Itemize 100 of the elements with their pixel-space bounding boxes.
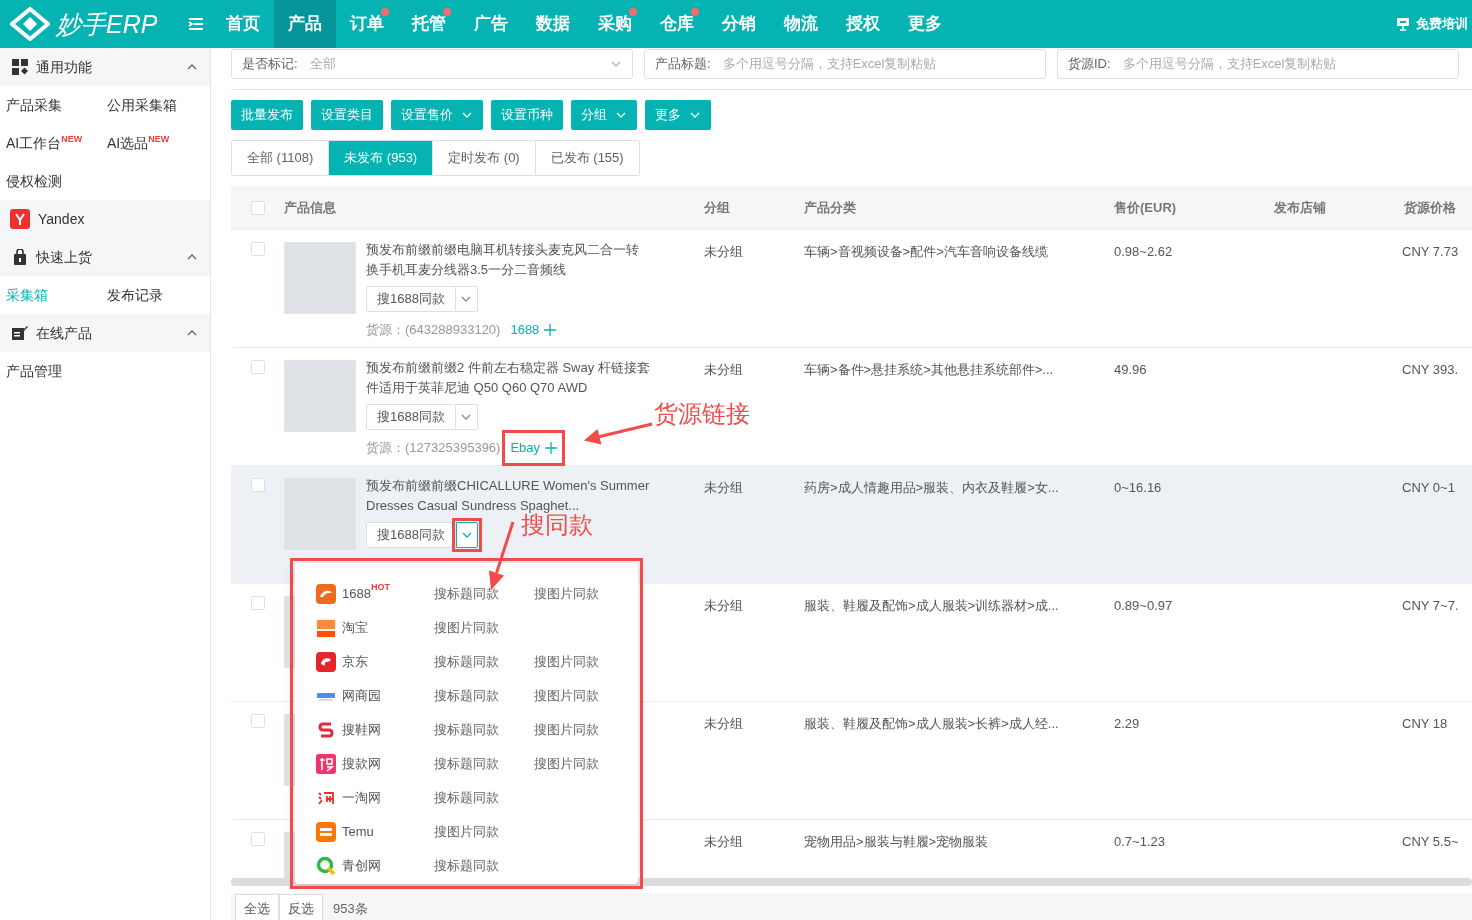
checkbox[interactable]	[251, 478, 265, 492]
grid-icon	[12, 59, 28, 75]
column-header: 分组	[704, 199, 730, 215]
checkbox[interactable]	[251, 200, 265, 215]
logo-icon	[10, 7, 50, 41]
table-cell-text: CNY 7.73	[1402, 243, 1460, 261]
dropdown-toggle[interactable]	[455, 522, 478, 548]
table-cell-text: 车辆>备件>悬挂系统>其他悬挂系统部件>...	[804, 361, 1055, 379]
menu-icon[interactable]	[187, 16, 205, 32]
platform-name: 网商园	[342, 687, 381, 706]
search-button[interactable]: 搜1688同款	[366, 522, 456, 548]
table-cell-text: CNY 7~7.	[1402, 597, 1460, 615]
search-link[interactable]: 搜标题同款	[434, 584, 534, 604]
table-cell-text: 未分组	[704, 833, 744, 851]
table-cell-text: CNY 393.	[1402, 361, 1460, 379]
platform-name: 1688	[342, 586, 371, 604]
filter-field[interactable]: 货源ID: 多个用逗号分隔，支持Excel复制粘贴	[1057, 49, 1459, 79]
section-header[interactable]: 快速上货	[0, 238, 210, 276]
edit-icon	[12, 325, 28, 341]
new-label: NEW	[61, 133, 83, 146]
platform-name: Temu	[342, 823, 374, 842]
platform-logo-icon	[316, 822, 336, 842]
search-link[interactable]: 搜标题同款	[434, 686, 534, 706]
search-link[interactable]: 搜标题同款	[434, 788, 534, 808]
section-title: 在线产品	[36, 323, 93, 343]
product-title: 预发布前缀前缀CHICALLURE Women's Summer Dresses Casual Sundress Spaghet...	[366, 477, 651, 513]
product-title: 预发布前缀前缀电脑耳机转接头麦克风二合一转换手机耳麦分线器3.5一分二音频线	[366, 241, 640, 279]
select-field[interactable]: 是否标记: 全部	[231, 49, 633, 79]
sidebar-link[interactable]: Yandex	[0, 200, 210, 238]
search-link[interactable]: 搜标题同款	[434, 856, 534, 876]
search-link[interactable]: 搜图片同款	[534, 584, 634, 604]
field-label: 产品标题:	[655, 55, 711, 74]
search-link[interactable]: 搜图片同款	[534, 720, 634, 740]
checkbox[interactable]	[251, 832, 265, 846]
platform-name: 淘宝	[342, 619, 368, 638]
search-link[interactable]: 搜图片同款	[434, 822, 534, 842]
search-link[interactable]: 搜图片同款	[534, 652, 634, 672]
table-cell-text: CNY 5.5~	[1402, 833, 1460, 851]
section-title: 通用功能	[36, 57, 93, 77]
logo-text: 妙手ERP	[56, 11, 158, 37]
platform-name: 京东	[342, 653, 368, 672]
section-header[interactable]: 通用功能	[0, 48, 210, 86]
platform-logo-icon	[316, 584, 336, 604]
column-header: 产品信息	[284, 199, 336, 215]
status-tab[interactable]: 全部 (1108)	[232, 141, 330, 175]
table-cell-text: 未分组	[704, 597, 744, 615]
platform-logo-icon	[316, 652, 336, 672]
platform-logo-icon	[316, 720, 336, 740]
column-header: 发布店铺	[1274, 199, 1326, 215]
platform-name: 搜款网	[342, 755, 381, 774]
table-cell-text: 0.98~2.62	[1114, 243, 1174, 261]
search-link[interactable]: 搜标题同款	[434, 652, 534, 672]
search-link[interactable]: 搜标题同款	[434, 720, 534, 740]
select-all-button[interactable]: 全选	[235, 894, 279, 920]
checkbox[interactable]	[251, 714, 265, 728]
checkbox[interactable]	[251, 360, 265, 374]
table-cell-text: 未分组	[704, 479, 744, 497]
search-button[interactable]: 搜1688同款	[366, 404, 456, 430]
section-title: 快速上货	[36, 247, 93, 267]
nav-tab[interactable]: 产品	[274, 0, 336, 48]
search-link[interactable]: 搜标题同款	[434, 754, 534, 774]
filter-field[interactable]: 产品标题: 多个用逗号分隔，支持Excel复制粘贴	[644, 49, 1046, 79]
record-count: 953条	[333, 900, 368, 919]
sidebar-link[interactable]: 侵权检测	[6, 162, 107, 200]
column-header: 售价(EUR)	[1114, 199, 1177, 215]
photo-placeholder	[284, 360, 356, 432]
checkbox[interactable]	[251, 596, 265, 610]
bag-icon	[12, 249, 28, 265]
product-title: 预发布前缀前缀2 件前左右稳定器 Sway 杆链接套件适用于英菲尼迪 Q50 Q60 Q70 AWD	[366, 359, 651, 397]
table-cell-text: 未分组	[704, 715, 744, 733]
table-cell-text: 服装、鞋履及配饰>成人服装>训练器材>成...	[804, 597, 1060, 615]
search-link[interactable]: 搜图片同款	[534, 686, 634, 706]
column-header: 货源价格	[1404, 199, 1456, 215]
section-header[interactable]: 在线产品	[0, 314, 210, 352]
column-header: 产品分类	[804, 199, 856, 215]
field-label: 是否标记:	[242, 55, 298, 74]
plus-icon	[545, 441, 558, 454]
search-link[interactable]: 搜图片同款	[534, 754, 634, 774]
search-button[interactable]: 搜1688同款	[366, 286, 456, 312]
table-cell-text: 0.89~0.97	[1114, 597, 1174, 615]
table-cell-text: 2.29	[1114, 715, 1141, 733]
table-cell-text: 宠物用品>服装与鞋履>宠物服装	[804, 833, 990, 851]
monitor-icon	[1396, 17, 1410, 31]
annotation-box	[451, 518, 482, 552]
sidebar-link[interactable]: 公用采集箱	[107, 86, 208, 124]
search-link[interactable]: 搜图片同款	[434, 618, 534, 638]
table-cell-text: CNY 18	[1402, 715, 1449, 733]
sidebar-link[interactable]: 发布记录	[107, 276, 208, 314]
checkbox[interactable]	[251, 242, 265, 256]
platform-name: 搜鞋网	[342, 721, 381, 740]
sidebar-link[interactable]: 产品管理	[6, 352, 107, 390]
table-cell-text: 0~16.16	[1114, 479, 1163, 497]
table-cell-text: 车辆>音视频设备>配件>汽车音响设备线缆	[804, 243, 1049, 261]
annotation-label: 货源链接	[654, 401, 750, 428]
source-id: 货源：(127325395396)	[366, 439, 501, 457]
invert-selection-button[interactable]: 反选	[279, 894, 323, 920]
text-input[interactable]: 多个用逗号分隔，支持Excel复制粘贴	[1122, 54, 1448, 74]
text-input[interactable]: 多个用逗号分隔，支持Excel复制粘贴	[722, 54, 1035, 74]
annotation-label: 搜同款	[521, 512, 593, 539]
sidebar-link[interactable]: 产品采集	[6, 86, 107, 124]
